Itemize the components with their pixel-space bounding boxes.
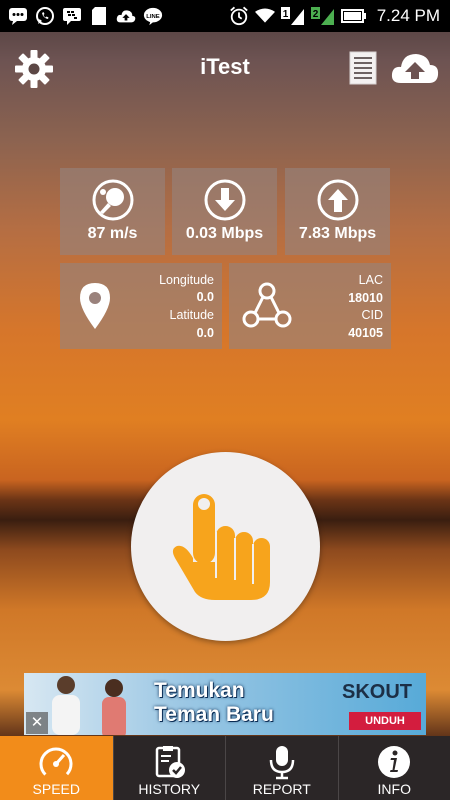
cid-label: CID (361, 308, 383, 322)
location-tile: Longitude 0.0 Latitude 0.0 (60, 263, 222, 349)
ad-photo-woman (94, 677, 134, 735)
upload-arrow-icon (316, 178, 360, 222)
speedometer-icon (38, 744, 74, 781)
clipboard-check-icon (151, 744, 187, 780)
bottom-nav: SPEED HISTORY REPORT INFO (0, 736, 450, 800)
sim2-label: 2 (312, 9, 318, 20)
nav-speed-label: SPEED (32, 781, 80, 797)
ping-pong-icon (91, 178, 135, 222)
nav-report-label: REPORT (252, 781, 311, 797)
app-title: iTest (200, 54, 250, 79)
wifi-icon (254, 6, 275, 26)
status-bar: LINE 1 2 7.24 PM (0, 0, 450, 32)
start-test-button[interactable] (131, 452, 320, 641)
alarm-icon (229, 6, 249, 26)
skout-logo: SKOUT (342, 681, 412, 703)
document-list-icon[interactable] (348, 50, 378, 86)
sim1-label: 1 (282, 9, 288, 20)
info-icon (376, 744, 412, 780)
nav-speed[interactable]: SPEED (0, 736, 113, 800)
ad-line-2: Teman Baru (154, 703, 274, 726)
signal-1-icon: 1 (280, 6, 305, 26)
ad-download-button[interactable]: UNDUH (349, 712, 421, 730)
ping-value: 87 m/s (87, 225, 138, 242)
nav-report[interactable]: REPORT (225, 736, 338, 800)
upload-tile: 7.83 Mbps (285, 168, 390, 255)
download-tile: 0.03 Mbps (172, 168, 277, 255)
lac-label: LAC (358, 273, 383, 287)
ad-line-1: Temukan (154, 679, 245, 702)
svg-text:LINE: LINE (146, 14, 159, 20)
ping-tile: 87 m/s (60, 168, 165, 255)
cloud-upload-icon (116, 6, 136, 26)
status-time: 7.24 PM (376, 6, 440, 25)
longitude-label: Longitude (159, 273, 214, 287)
nav-info-label: INFO (377, 781, 411, 797)
sd-card-icon (89, 6, 109, 26)
ad-headline: Temukan Teman Baru (154, 679, 334, 727)
nav-history[interactable]: HISTORY (112, 736, 226, 800)
battery-icon (340, 6, 367, 26)
app-header: iTest (0, 32, 450, 104)
ad-photo-man (46, 673, 86, 735)
messages-icon (8, 6, 28, 26)
longitude-value: 0.0 (196, 290, 214, 304)
cid-value: 40105 (348, 326, 383, 340)
download-arrow-icon (203, 178, 247, 222)
tap-hand-icon (169, 492, 281, 604)
upload-value: 7.83 Mbps (298, 225, 377, 242)
lac-value: 18010 (348, 291, 383, 305)
map-pin-icon (78, 281, 112, 331)
whatsapp-icon (35, 6, 55, 26)
cell-info-tile: LAC 18010 CID 40105 (229, 263, 391, 349)
signal-2-icon: 2 (310, 6, 335, 26)
download-value: 0.03 Mbps (185, 225, 264, 242)
nav-history-label: HISTORY (138, 781, 201, 797)
nav-info[interactable]: INFO (337, 736, 450, 800)
latitude-label: Latitude (169, 308, 214, 322)
microphone-icon (264, 744, 300, 780)
line-icon: LINE (143, 6, 163, 26)
cloud-upload-button-icon[interactable] (390, 48, 440, 88)
ad-close-button[interactable]: ✕ (26, 712, 48, 734)
network-nodes-icon (241, 281, 293, 331)
bbm-icon (62, 6, 82, 26)
latitude-value: 0.0 (196, 326, 214, 340)
ad-banner[interactable]: Temukan Teman Baru SKOUT UNDUH (24, 673, 426, 735)
